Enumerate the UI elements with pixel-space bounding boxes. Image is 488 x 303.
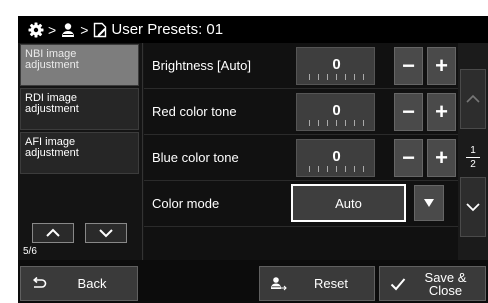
- gear-icon: [28, 22, 44, 38]
- red-tone-value: 0: [296, 93, 375, 131]
- save-close-button[interactable]: Save & Close: [379, 266, 486, 301]
- screen: > > User Presets: 01 NBI image adjustmen…: [18, 16, 488, 303]
- document-edit-icon: [92, 22, 108, 38]
- setting-value: 0: [332, 56, 341, 73]
- color-mode-select[interactable]: Auto: [291, 184, 406, 222]
- sidebar-scroll-up-button[interactable]: [32, 223, 74, 243]
- setting-row-color-mode: Color mode Auto: [144, 181, 458, 227]
- breadcrumb-separator: >: [48, 21, 57, 38]
- back-arrow-icon: [32, 276, 47, 288]
- page-total: 2: [470, 158, 476, 170]
- brightness-value: 0: [296, 47, 375, 85]
- setting-row-brightness: Brightness [Auto] 0 − +: [144, 43, 458, 89]
- sidebar: NBI image adjustment RDI image adjustmen…: [18, 43, 143, 260]
- sidebar-page-indicator: 5/6: [23, 246, 37, 257]
- value-scale: [309, 166, 364, 172]
- back-button[interactable]: Back: [20, 266, 138, 301]
- page-up-button[interactable]: [460, 69, 486, 129]
- settings-panel: Brightness [Auto] 0 − + Red color tone 0…: [144, 43, 458, 260]
- triangle-down-icon: [424, 199, 434, 207]
- header-bar: > > User Presets: 01: [18, 16, 488, 43]
- color-mode-value: Auto: [293, 186, 404, 220]
- blue-tone-plus-button[interactable]: +: [427, 139, 456, 177]
- red-tone-plus-button[interactable]: +: [427, 93, 456, 131]
- chevron-down-icon: [466, 203, 480, 212]
- sidebar-item-label: adjustment: [25, 103, 79, 115]
- chevron-down-icon: [99, 229, 113, 238]
- setting-value: 0: [332, 102, 341, 119]
- setting-row-blue-tone: Blue color tone 0 − +: [144, 135, 458, 181]
- sidebar-scroll-down-button[interactable]: [85, 223, 127, 243]
- save-close-label: Save & Close: [406, 271, 485, 297]
- brightness-minus-button[interactable]: −: [394, 47, 423, 85]
- chevron-up-icon: [466, 94, 480, 103]
- user-icon: [60, 22, 76, 38]
- page-down-button[interactable]: [460, 177, 486, 237]
- save-label-line: Close: [428, 282, 463, 298]
- setting-value: 0: [332, 148, 341, 165]
- blue-tone-minus-button[interactable]: −: [394, 139, 423, 177]
- page-title: User Presets: 01: [111, 21, 224, 38]
- setting-label: Blue color tone: [152, 150, 239, 165]
- footer-bar: Back Reset Save & Close: [18, 260, 488, 303]
- sidebar-item-nbi[interactable]: NBI image adjustment: [20, 44, 139, 86]
- page-indicator: 1 2: [460, 139, 486, 175]
- setting-label: Brightness [Auto]: [152, 58, 251, 73]
- setting-label: Color mode: [152, 196, 220, 211]
- sidebar-item-label: adjustment: [25, 147, 79, 159]
- user-reset-icon: [271, 276, 287, 290]
- checkmark-icon: [390, 277, 406, 290]
- sidebar-item-rdi[interactable]: RDI image adjustment: [20, 88, 139, 130]
- sidebar-item-label: adjustment: [25, 59, 79, 71]
- page-divider: [466, 156, 480, 158]
- color-mode-dropdown-button[interactable]: [414, 185, 444, 221]
- setting-label: Red color tone: [152, 104, 237, 119]
- breadcrumb-separator: >: [80, 21, 89, 38]
- red-tone-minus-button[interactable]: −: [394, 93, 423, 131]
- brightness-plus-button[interactable]: +: [427, 47, 456, 85]
- page-scroll-column: 1 2: [458, 43, 488, 260]
- sidebar-item-afi[interactable]: AFI image adjustment: [20, 132, 139, 174]
- setting-row-red-tone: Red color tone 0 − +: [144, 89, 458, 135]
- value-scale: [309, 120, 364, 126]
- value-scale: [309, 74, 364, 80]
- page-current: 1: [470, 144, 476, 156]
- chevron-up-icon: [46, 228, 60, 237]
- reset-label: Reset: [314, 276, 348, 291]
- blue-tone-value: 0: [296, 139, 375, 177]
- back-label: Back: [77, 276, 107, 291]
- reset-button[interactable]: Reset: [259, 266, 375, 301]
- save-label-line: Save &: [424, 269, 467, 285]
